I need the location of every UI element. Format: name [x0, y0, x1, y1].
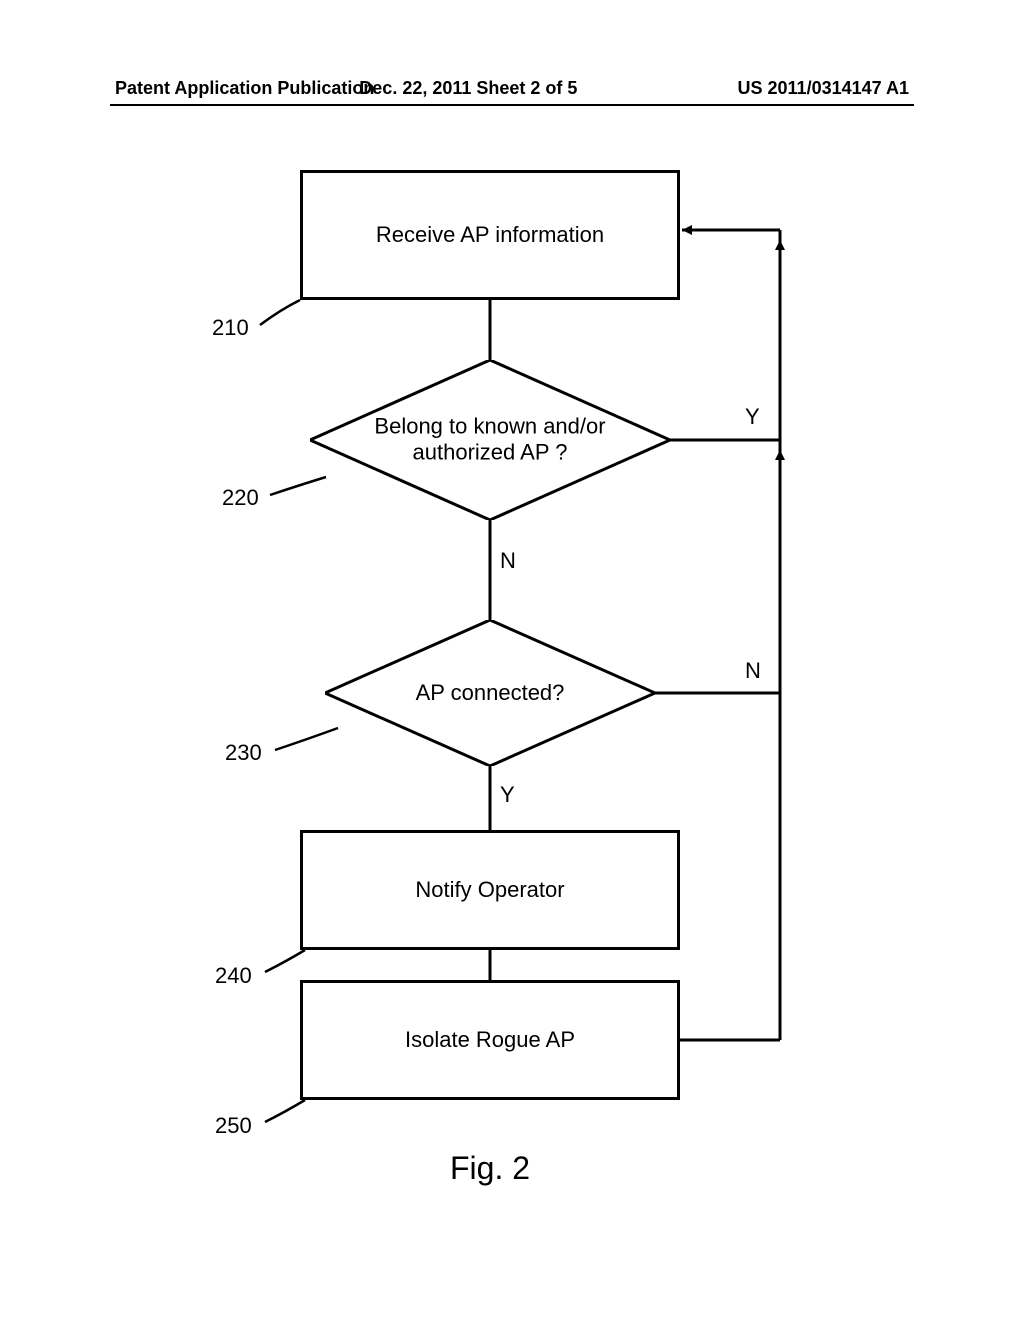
flow-decision-230: AP connected? — [325, 620, 655, 766]
header-right: US 2011/0314147 A1 — [738, 78, 909, 99]
ref-220: 220 — [222, 485, 259, 511]
edge-230-n: N — [745, 658, 761, 684]
ref-250: 250 — [215, 1113, 252, 1139]
flow-step-240: Notify Operator — [300, 830, 680, 950]
edge-220-n: N — [500, 548, 516, 574]
flow-step-250: Isolate Rogue AP — [300, 980, 680, 1100]
ref-210: 210 — [212, 315, 249, 341]
flow-decision-label: AP connected? — [325, 680, 655, 706]
page-header: Patent Application Publication Dec. 22, … — [0, 78, 1024, 107]
figure-caption: Fig. 2 — [450, 1150, 530, 1187]
ref-230: 230 — [225, 740, 262, 766]
flow-step-label: Isolate Rogue AP — [405, 1027, 575, 1053]
header-rule — [110, 104, 914, 106]
flow-decision-220: Belong to known and/or authorized AP ? — [310, 360, 670, 520]
flow-decision-label: Belong to known and/or authorized AP ? — [310, 414, 670, 467]
flowchart-canvas: Receive AP information 210 Belong to kno… — [0, 150, 1024, 1200]
flow-step-210: Receive AP information — [300, 170, 680, 300]
ref-240: 240 — [215, 963, 252, 989]
header-center: Dec. 22, 2011 Sheet 2 of 5 — [359, 78, 577, 99]
edge-230-y: Y — [500, 782, 515, 808]
flow-step-label: Notify Operator — [415, 877, 564, 903]
flow-step-label: Receive AP information — [376, 222, 604, 248]
edge-220-y: Y — [745, 404, 760, 430]
header-left: Patent Application Publication — [115, 78, 374, 99]
